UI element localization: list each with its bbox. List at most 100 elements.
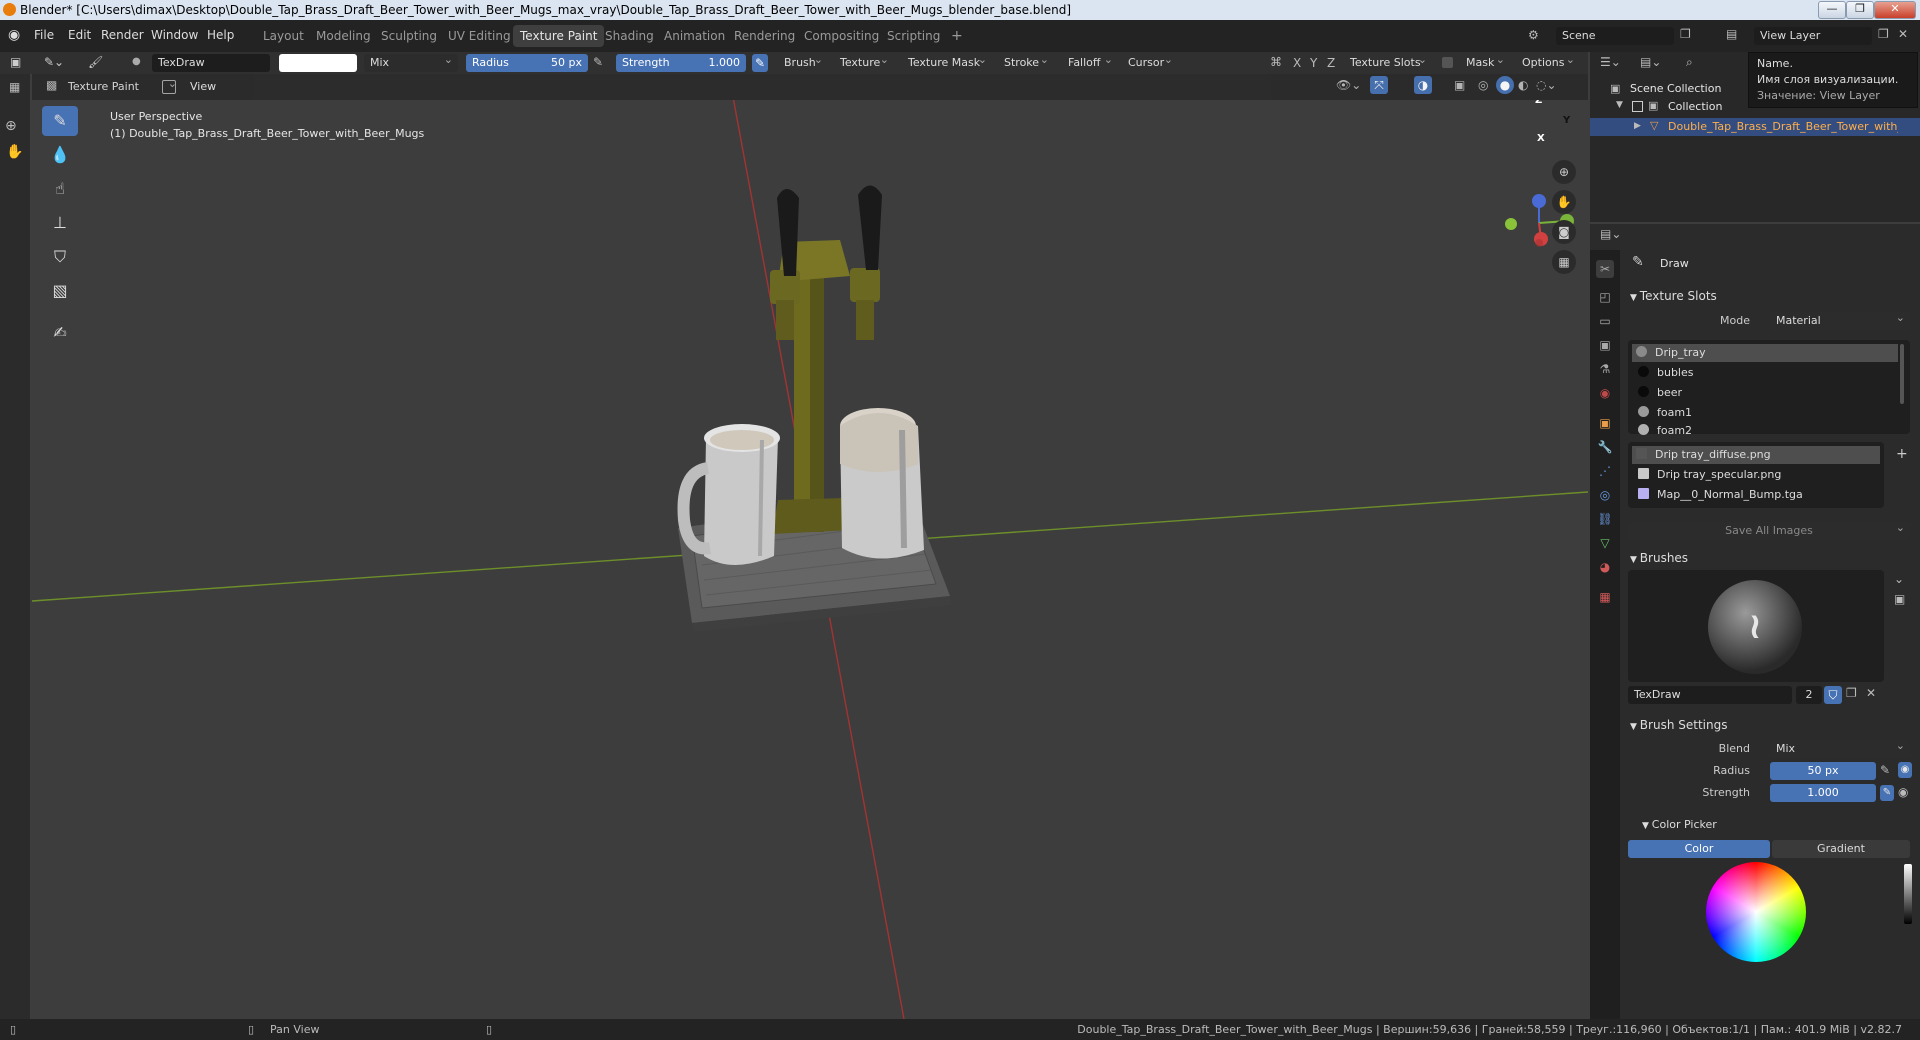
- falloff-menu[interactable]: Falloff: [1062, 51, 1118, 72]
- fake-user-icon[interactable]: ⛉: [1824, 686, 1842, 704]
- tab-rendering[interactable]: Rendering: [727, 25, 802, 47]
- outliner-row-object[interactable]: ▶ ▽ Double_Tap_Brass_Draft_Beer_Tower_wi…: [1590, 118, 1920, 136]
- tab-uv-editing[interactable]: UV Editing: [441, 25, 518, 47]
- tab-layout[interactable]: Layout: [256, 25, 311, 47]
- output-tab-icon[interactable]: ▭: [1596, 312, 1614, 330]
- tab-scripting[interactable]: Scripting: [880, 25, 947, 47]
- material-slot-foam2[interactable]: foam2: [1634, 424, 1692, 436]
- brush-tool-icon[interactable]: 🖌: [88, 55, 103, 69]
- constraint-tab-icon[interactable]: ⛓: [1596, 510, 1614, 528]
- texture-tab-icon[interactable]: ▦: [1596, 588, 1614, 606]
- ortho-grid-icon[interactable]: ▦: [1552, 250, 1576, 274]
- brush-browse-icon[interactable]: ▣: [1894, 592, 1905, 606]
- mask-tool-icon[interactable]: ▧: [42, 276, 78, 306]
- hand-icon[interactable]: ✋: [6, 144, 23, 160]
- tab-texture-paint[interactable]: Texture Paint: [513, 25, 605, 47]
- view-menu[interactable]: View: [190, 80, 216, 93]
- display-mode-icon[interactable]: ▤⌄: [1640, 55, 1661, 69]
- value-slider[interactable]: [1904, 864, 1912, 924]
- stroke-menu[interactable]: Stroke: [998, 51, 1054, 72]
- list-scrollbar[interactable]: [1900, 344, 1904, 404]
- brushes-header[interactable]: ▼ Brushes: [1630, 551, 1688, 565]
- duplicate-brush-icon[interactable]: ❐: [1846, 686, 1857, 700]
- zoom-icon[interactable]: ⊕: [1552, 160, 1576, 184]
- radius-unit-icon[interactable]: ◉: [1898, 762, 1912, 778]
- radius-slider[interactable]: Radius 50 px: [466, 54, 588, 72]
- annotate-tool-icon[interactable]: ✍: [42, 318, 78, 348]
- tab-shading[interactable]: Shading: [598, 25, 661, 47]
- menu-render[interactable]: Render: [101, 28, 144, 42]
- view-layer-tab-icon[interactable]: ▣: [1596, 336, 1614, 354]
- scene-tab-icon[interactable]: ⚗: [1596, 360, 1614, 378]
- radius-pressure-toggle-icon[interactable]: ✎: [1880, 763, 1890, 777]
- unlink-brush-icon[interactable]: ✕: [1866, 686, 1876, 700]
- color-wheel[interactable]: [1706, 862, 1806, 962]
- material-slot-drip-tray[interactable]: Drip_tray: [1632, 344, 1898, 362]
- texture-slots-menu[interactable]: Texture Slots: [1344, 51, 1432, 72]
- new-scene-icon[interactable]: ❐: [1680, 27, 1691, 41]
- soften-tool-icon[interactable]: 💧: [42, 140, 78, 170]
- mode-icon[interactable]: ✎⌄: [44, 55, 64, 69]
- brush-name-input[interactable]: TexDraw: [1628, 686, 1792, 704]
- camera-icon[interactable]: ◙: [1552, 220, 1576, 244]
- color-tab[interactable]: Color: [1628, 840, 1770, 858]
- 3d-viewport[interactable]: Z Y X User Perspective (1) Double_Tap_Br…: [32, 100, 1588, 1019]
- editor-type-icon[interactable]: ▣: [10, 55, 21, 69]
- solid-shading-icon[interactable]: ●: [1496, 76, 1514, 94]
- texture-slots-header[interactable]: ▼ Texture Slots: [1630, 289, 1717, 303]
- data-tab-icon[interactable]: ▽: [1596, 534, 1614, 552]
- modifier-tab-icon[interactable]: 🔧: [1596, 438, 1614, 456]
- brush-name-field[interactable]: TexDraw: [152, 54, 270, 72]
- material-shading-icon[interactable]: ◐: [1518, 78, 1528, 92]
- menu-file[interactable]: File: [34, 28, 54, 42]
- image-slot-specular[interactable]: Drip tray_specular.png: [1634, 466, 1781, 484]
- strength-unit-icon[interactable]: ◉: [1898, 785, 1908, 799]
- add-image-icon[interactable]: +: [1896, 446, 1908, 462]
- tab-modeling[interactable]: Modeling: [309, 25, 378, 47]
- tool-tab-icon[interactable]: ✂: [1596, 260, 1614, 278]
- gizmo-y-label[interactable]: Y: [1563, 115, 1570, 126]
- visibility-icon[interactable]: 👁⌄: [1336, 78, 1361, 92]
- brush-settings-header[interactable]: ▼ Brush Settings: [1630, 718, 1727, 732]
- gradient-tab[interactable]: Gradient: [1772, 840, 1910, 858]
- rendered-shading-icon[interactable]: ◌⌄: [1536, 78, 1557, 92]
- collection-label[interactable]: Collection: [1668, 100, 1722, 113]
- brush-user-count[interactable]: 2: [1796, 686, 1822, 704]
- mirror-x-toggle[interactable]: X: [1293, 56, 1301, 70]
- cursor-menu[interactable]: Cursor: [1122, 51, 1178, 72]
- add-workspace-button[interactable]: +: [944, 25, 970, 47]
- texture-menu[interactable]: Texture: [834, 51, 894, 72]
- color-picker-header[interactable]: ▼ Color Picker: [1642, 818, 1717, 831]
- pan-icon[interactable]: ✋: [1552, 190, 1576, 214]
- overlay-toggle-icon[interactable]: ◑: [1414, 76, 1432, 94]
- tab-sculpting[interactable]: Sculpting: [374, 25, 444, 47]
- material-slot-beer[interactable]: beer: [1634, 384, 1682, 402]
- material-slot-bubles[interactable]: bubles: [1634, 364, 1694, 382]
- menu-help[interactable]: Help: [207, 28, 234, 42]
- properties-editor-icon[interactable]: ▤⌄: [1600, 227, 1621, 241]
- clone-tool-icon[interactable]: ⊥: [42, 208, 78, 238]
- fill-tool-icon[interactable]: ⛉: [42, 242, 78, 272]
- mirror-z-toggle[interactable]: Z: [1327, 56, 1335, 70]
- collection-checkbox[interactable]: [1632, 101, 1643, 112]
- tab-compositing[interactable]: Compositing: [797, 25, 886, 47]
- magnify-icon[interactable]: ⊕: [5, 118, 17, 134]
- wireframe-shading-icon[interactable]: ◎: [1478, 78, 1488, 92]
- radius-pressure-icon[interactable]: ✎: [593, 55, 603, 69]
- menu-window[interactable]: Window: [151, 28, 198, 42]
- gizmo-z-label[interactable]: Z: [1535, 100, 1542, 106]
- save-all-images-button[interactable]: Save All Images: [1628, 519, 1910, 540]
- object-tab-icon[interactable]: ▣: [1596, 414, 1614, 432]
- physics-tab-icon[interactable]: ◎: [1596, 486, 1614, 504]
- blend-dropdown[interactable]: Mix: [364, 51, 458, 72]
- image-slot-list[interactable]: Drip tray_diffuse.png Drip tray_specular…: [1628, 442, 1884, 508]
- mode-select[interactable]: Material: [1770, 309, 1910, 330]
- gizmo-x-label[interactable]: X: [1537, 133, 1545, 144]
- options-menu[interactable]: Options: [1516, 51, 1580, 72]
- image-slot-diffuse[interactable]: Drip tray_diffuse.png: [1632, 446, 1880, 464]
- brush-preview[interactable]: ≀: [1628, 570, 1884, 682]
- mirror-y-toggle[interactable]: Y: [1310, 56, 1317, 70]
- new-view-layer-icon[interactable]: ❐: [1878, 27, 1889, 41]
- material-slot-list[interactable]: Drip_tray bubles beer foam1 foam2: [1628, 340, 1910, 436]
- brush-color-swatch[interactable]: [279, 54, 357, 72]
